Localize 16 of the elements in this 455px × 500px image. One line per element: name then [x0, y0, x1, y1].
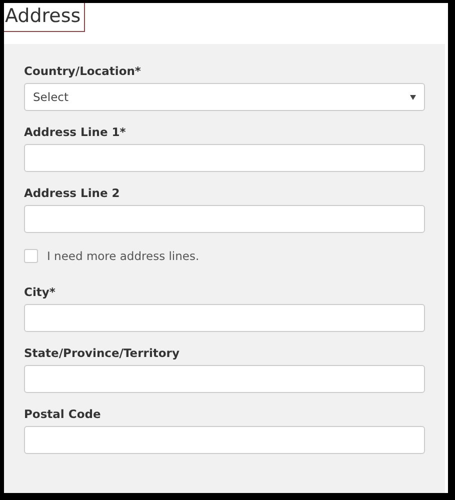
caret-icon [410, 94, 416, 100]
input-field[interactable] [24, 365, 425, 393]
field-label: Address Line 1* [24, 125, 127, 139]
field-label: Address Line 2 [24, 186, 121, 200]
field-label: Postal Code [24, 407, 102, 421]
select-field[interactable]: Select [24, 83, 425, 111]
input-field[interactable] [24, 205, 425, 233]
field-label: City* [24, 285, 56, 299]
section-title: Address [4, 3, 85, 32]
checkbox-label[interactable]: I need more address lines. [47, 249, 200, 263]
input-field[interactable] [24, 426, 425, 454]
field-label: Country/Location* [24, 64, 142, 78]
input-field[interactable] [24, 144, 425, 172]
input-field[interactable] [24, 304, 425, 332]
field-label: State/Province/Territory [24, 346, 180, 360]
checkbox[interactable] [24, 249, 38, 263]
